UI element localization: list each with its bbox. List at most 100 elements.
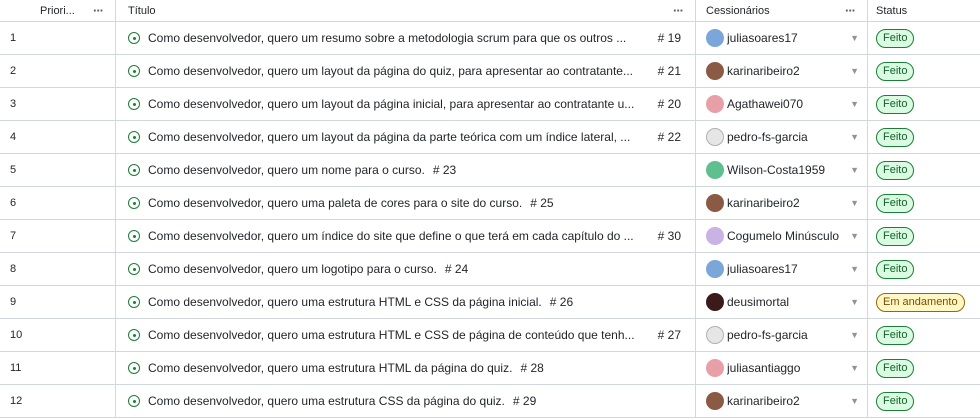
table-row[interactable]: 8 Como desenvolvedor, quero um logotipo … [0,253,980,286]
assignee-name[interactable]: juliasoares17 [727,31,850,45]
chevron-down-icon[interactable]: ▼ [850,165,859,175]
title-cell[interactable]: Como desenvolvedor, quero um layout da p… [116,55,696,87]
column-menu-icon[interactable]: ··· [673,3,684,18]
status-badge[interactable]: Feito [876,94,915,114]
column-menu-icon[interactable]: ··· [845,3,856,18]
status-badge[interactable]: Feito [876,259,915,279]
issue-title-link[interactable]: Como desenvolvedor, quero uma estrutura … [148,394,505,408]
assignee-name[interactable]: Agathawei070 [727,97,850,111]
status-cell[interactable]: Feito [868,121,980,153]
title-cell[interactable]: Como desenvolvedor, quero uma paleta de … [116,187,696,219]
status-cell[interactable]: Feito [868,220,980,252]
issue-title-link[interactable]: Como desenvolvedor, quero um logotipo pa… [148,262,437,276]
assignee-name[interactable]: karinaribeiro2 [727,196,850,210]
status-cell[interactable]: Feito [868,88,980,120]
column-header-priority[interactable]: Priori... ··· [0,0,116,21]
status-badge[interactable]: Feito [876,226,915,246]
chevron-down-icon[interactable]: ▼ [850,33,859,43]
assignee-cell[interactable]: pedro-fs-garcia ▼ [696,121,868,153]
status-badge[interactable]: Em andamento [876,292,965,312]
chevron-down-icon[interactable]: ▼ [850,198,859,208]
status-cell[interactable]: Feito [868,55,980,87]
issue-title-link[interactable]: Como desenvolvedor, quero um nome para o… [148,163,425,177]
table-row[interactable]: 5 Como desenvolvedor, quero um nome para… [0,154,980,187]
assignee-cell[interactable]: juliasantiaggo ▼ [696,352,868,384]
title-cell[interactable]: Como desenvolvedor, quero um nome para o… [116,154,696,186]
title-cell[interactable]: Como desenvolvedor, quero um resumo sobr… [116,22,696,54]
table-row[interactable]: 9 Como desenvolvedor, quero uma estrutur… [0,286,980,319]
table-row[interactable]: 4 Como desenvolvedor, quero um layout da… [0,121,980,154]
table-row[interactable]: 6 Como desenvolvedor, quero uma paleta d… [0,187,980,220]
status-badge[interactable]: Feito [876,358,915,378]
issue-title-link[interactable]: Como desenvolvedor, quero um layout da p… [148,64,633,78]
assignee-cell[interactable]: Wilson-Costa1959 ▼ [696,154,868,186]
table-row[interactable]: 11 Como desenvolvedor, quero uma estrutu… [0,352,980,385]
status-cell[interactable]: Feito [868,253,980,285]
status-cell[interactable]: Em andamento [868,286,980,318]
assignee-cell[interactable]: karinaribeiro2 ▼ [696,55,868,87]
title-cell[interactable]: Como desenvolvedor, quero uma estrutura … [116,352,696,384]
chevron-down-icon[interactable]: ▼ [850,297,859,307]
assignee-name[interactable]: juliasoares17 [727,262,850,276]
issue-title-link[interactable]: Como desenvolvedor, quero um layout da p… [148,130,630,144]
issue-title-link[interactable]: Como desenvolvedor, quero um layout da p… [148,97,634,111]
table-row[interactable]: 1 Como desenvolvedor, quero um resumo so… [0,22,980,55]
title-cell[interactable]: Como desenvolvedor, quero uma estrutura … [116,286,696,318]
assignee-cell[interactable]: Agathawei070 ▼ [696,88,868,120]
status-badge[interactable]: Feito [876,160,915,180]
table-row[interactable]: 3 Como desenvolvedor, quero um layout da… [0,88,980,121]
issue-title-link[interactable]: Como desenvolvedor, quero um resumo sobr… [148,31,626,45]
status-badge[interactable]: Feito [876,325,915,345]
assignee-name[interactable]: juliasantiaggo [727,361,850,375]
status-cell[interactable]: Feito [868,154,980,186]
status-cell[interactable]: Feito [868,319,980,351]
assignee-cell[interactable]: pedro-fs-garcia ▼ [696,319,868,351]
table-row[interactable]: 7 Como desenvolvedor, quero um índice do… [0,220,980,253]
status-cell[interactable]: Feito [868,187,980,219]
assignee-name[interactable]: pedro-fs-garcia [727,328,850,342]
title-cell[interactable]: Como desenvolvedor, quero uma estrutura … [116,319,696,351]
status-badge[interactable]: Feito [876,193,915,213]
assignee-name[interactable]: karinaribeiro2 [727,394,850,408]
issue-title-link[interactable]: Como desenvolvedor, quero uma paleta de … [148,196,522,210]
status-cell[interactable]: Feito [868,352,980,384]
title-cell[interactable]: Como desenvolvedor, quero um layout da p… [116,121,696,153]
status-badge[interactable]: Feito [876,391,915,411]
status-cell[interactable]: Feito [868,385,980,417]
chevron-down-icon[interactable]: ▼ [850,99,859,109]
assignee-name[interactable]: deusimortal [727,295,850,309]
table-row[interactable]: 12 Como desenvolvedor, quero uma estrutu… [0,385,980,418]
assignee-cell[interactable]: juliasoares17 ▼ [696,253,868,285]
chevron-down-icon[interactable]: ▼ [850,330,859,340]
title-cell[interactable]: Como desenvolvedor, quero um logotipo pa… [116,253,696,285]
assignee-name[interactable]: pedro-fs-garcia [727,130,850,144]
column-menu-icon[interactable]: ··· [93,3,104,18]
assignee-cell[interactable]: Cogumelo Minúsculo ▼ [696,220,868,252]
issue-title-link[interactable]: Como desenvolvedor, quero uma estrutura … [148,328,635,342]
status-cell[interactable]: Feito [868,22,980,54]
assignee-cell[interactable]: deusimortal ▼ [696,286,868,318]
table-row[interactable]: 2 Como desenvolvedor, quero um layout da… [0,55,980,88]
chevron-down-icon[interactable]: ▼ [850,396,859,406]
chevron-down-icon[interactable]: ▼ [850,264,859,274]
assignee-cell[interactable]: karinaribeiro2 ▼ [696,187,868,219]
issue-title-link[interactable]: Como desenvolvedor, quero uma estrutura … [148,361,512,375]
issue-title-link[interactable]: Como desenvolvedor, quero um índice do s… [148,229,634,243]
column-header-status[interactable]: Status [868,0,980,21]
assignee-name[interactable]: karinaribeiro2 [727,64,850,78]
title-cell[interactable]: Como desenvolvedor, quero um layout da p… [116,88,696,120]
column-header-assignees[interactable]: Cessionários ··· [696,0,868,21]
chevron-down-icon[interactable]: ▼ [850,66,859,76]
status-badge[interactable]: Feito [876,61,915,81]
title-cell[interactable]: Como desenvolvedor, quero uma estrutura … [116,385,696,417]
chevron-down-icon[interactable]: ▼ [850,363,859,373]
assignee-name[interactable]: Cogumelo Minúsculo [727,229,850,243]
assignee-name[interactable]: Wilson-Costa1959 [727,163,850,177]
chevron-down-icon[interactable]: ▼ [850,132,859,142]
status-badge[interactable]: Feito [876,28,915,48]
assignee-cell[interactable]: karinaribeiro2 ▼ [696,385,868,417]
issue-title-link[interactable]: Como desenvolvedor, quero uma estrutura … [148,295,542,309]
column-header-title[interactable]: Título ··· [116,0,696,21]
title-cell[interactable]: Como desenvolvedor, quero um índice do s… [116,220,696,252]
chevron-down-icon[interactable]: ▼ [850,231,859,241]
